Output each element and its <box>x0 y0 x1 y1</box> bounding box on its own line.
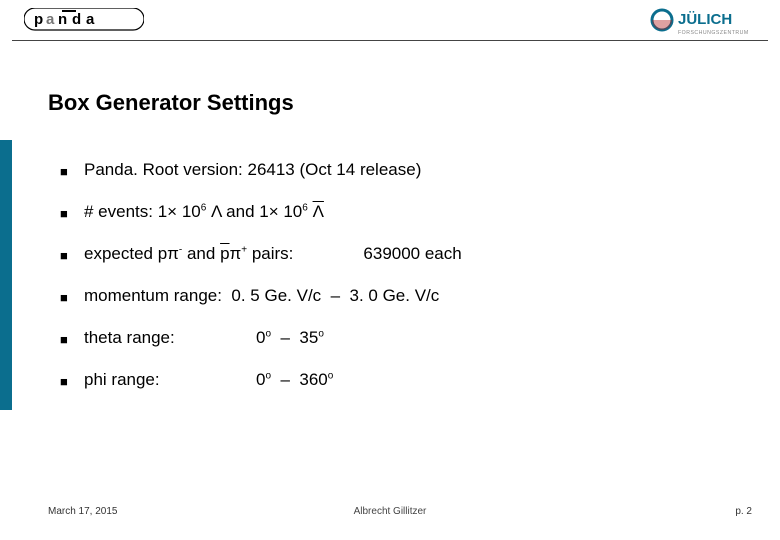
svg-text:a: a <box>46 11 55 28</box>
bullet-item: ■ phi range: 0o – 360o <box>60 370 740 390</box>
julich-word: JÜLICH <box>678 11 732 28</box>
bullet-item: ■ Panda. Root version: 26413 (Oct 14 rel… <box>60 160 740 180</box>
bullet-label: phi range: <box>84 370 220 390</box>
bullet-item: ■ momentum range: 0. 5 Ge. V/c – 3. 0 Ge… <box>60 286 740 306</box>
bullet-text: Panda. Root version: 26413 (Oct 14 relea… <box>84 160 421 180</box>
panda-logo: p a n d a <box>24 8 144 34</box>
bullet-item: ■ expected pπ- and pπ+ pairs: 639000 eac… <box>60 244 740 264</box>
header: p a n d a JÜLICH FORSCHUNGSZENTRUM <box>0 0 780 48</box>
bullet-text: expected pπ- and pπ+ pairs: <box>84 244 293 264</box>
bullet-value: 0o – 35o <box>256 328 324 348</box>
bullet-icon: ■ <box>60 332 74 347</box>
header-rule <box>12 40 768 41</box>
footer: March 17, 2015 Albrecht Gillitzer p. 2 <box>0 506 780 526</box>
bullet-icon: ■ <box>60 164 74 179</box>
bullet-icon: ■ <box>60 206 74 221</box>
footer-author: Albrecht Gillitzer <box>354 506 427 517</box>
svg-text:a: a <box>86 11 95 28</box>
julich-sub: FORSCHUNGSZENTRUM <box>678 30 749 36</box>
footer-date: March 17, 2015 <box>48 506 118 517</box>
bullet-text: # events: 1× 106 Λ and 1× 106 Λ <box>84 202 324 222</box>
bullet-icon: ■ <box>60 248 74 263</box>
slide: p a n d a JÜLICH FORSCHUNGSZENTRUM Box G… <box>0 0 780 540</box>
bullet-label: theta range: <box>84 328 220 348</box>
bullet-item: ■ theta range: 0o – 35o <box>60 328 740 348</box>
bullet-icon: ■ <box>60 290 74 305</box>
svg-text:p: p <box>34 11 43 28</box>
julich-logo: JÜLICH FORSCHUNGSZENTRUM <box>648 6 768 40</box>
bullet-value: 0o – 360o <box>256 370 333 390</box>
bullet-text: momentum range: 0. 5 Ge. V/c – 3. 0 Ge. … <box>84 286 439 306</box>
svg-text:d: d <box>72 11 81 28</box>
bullet-value: 639000 each <box>363 244 461 264</box>
side-accent-bar <box>0 140 12 410</box>
content-area: ■ Panda. Root version: 26413 (Oct 14 rel… <box>60 160 740 390</box>
footer-page: p. 2 <box>735 506 752 517</box>
bullet-icon: ■ <box>60 374 74 389</box>
slide-title: Box Generator Settings <box>48 90 294 116</box>
bullet-item: ■ # events: 1× 106 Λ and 1× 106 Λ <box>60 202 740 222</box>
svg-text:n: n <box>58 11 67 28</box>
